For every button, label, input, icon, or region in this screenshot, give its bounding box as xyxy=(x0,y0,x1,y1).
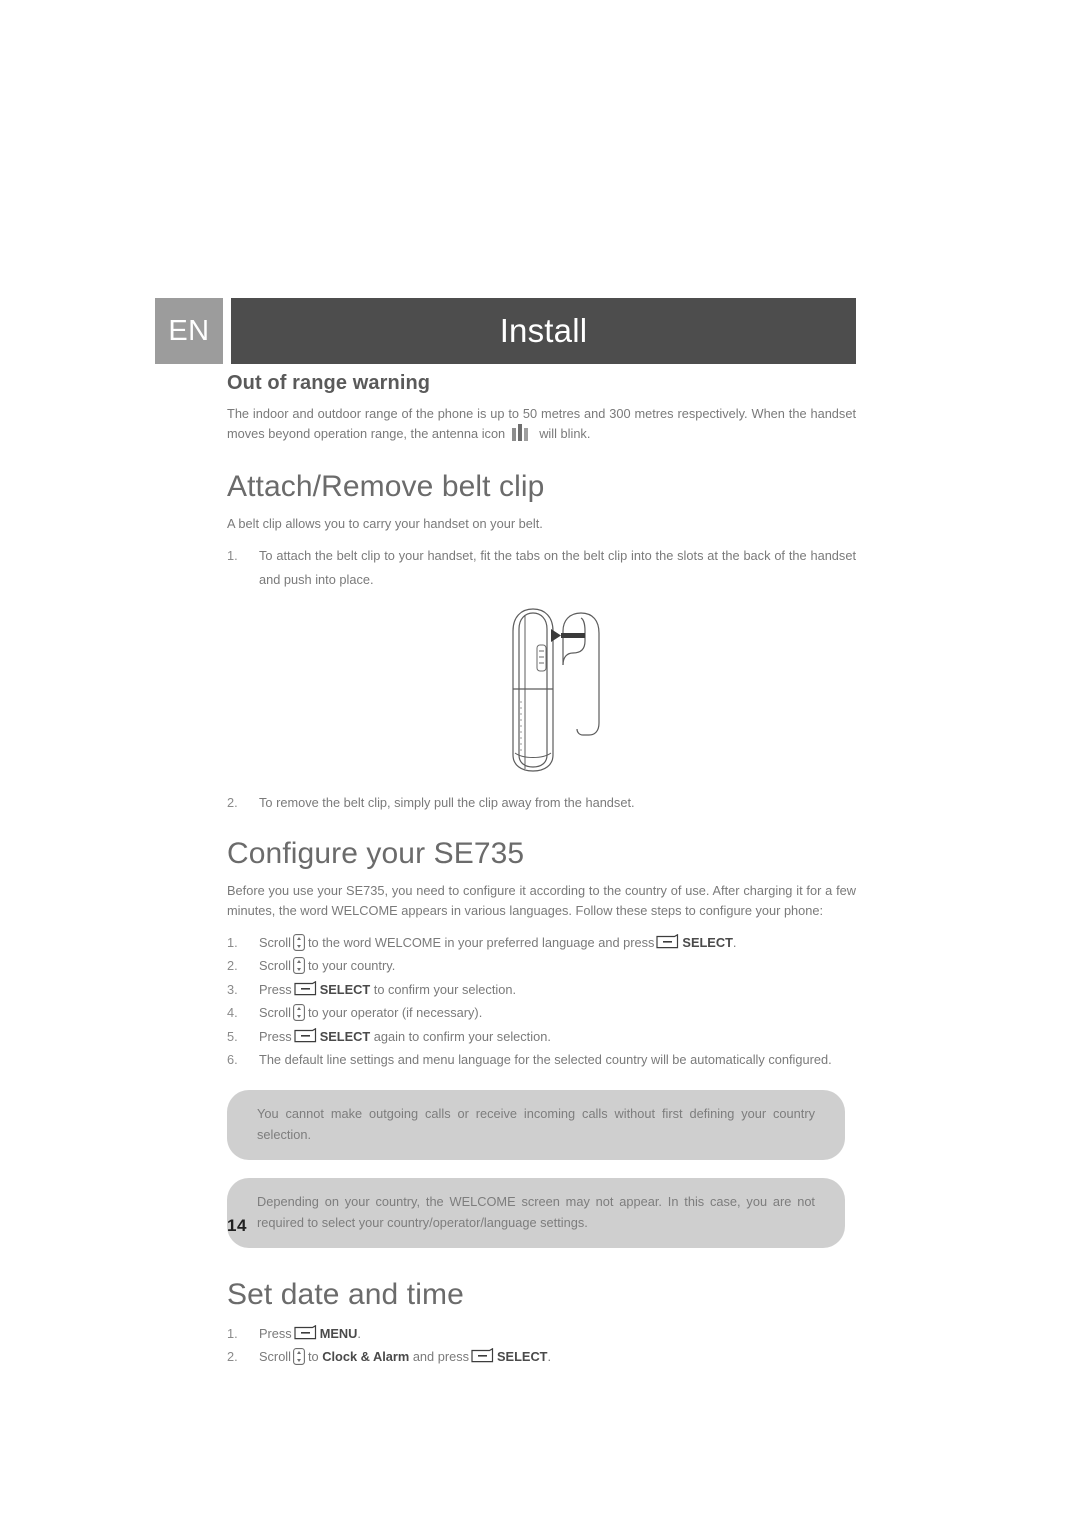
antenna-signal-icon xyxy=(511,424,533,441)
step-number: 1. xyxy=(227,1325,238,1341)
handset-belt-clip-illustration xyxy=(227,605,856,777)
step-text-mid: to the word WELCOME in your preferred la… xyxy=(308,934,655,950)
step-text-pre: Scroll xyxy=(259,958,291,973)
step-key-label: SELECT xyxy=(319,981,371,997)
page-number: 14 xyxy=(227,1216,247,1235)
step-number: 2. xyxy=(227,795,238,810)
language-code-box: EN xyxy=(155,298,223,364)
belt-clip-intro: A belt clip allows you to carry your han… xyxy=(227,516,543,531)
list-item: 3. Press SELECT to confirm your selection. xyxy=(227,978,856,1002)
list-item: 1. To attach the belt clip to your hands… xyxy=(227,544,856,591)
step-text: To remove the belt clip, simply pull the… xyxy=(259,795,635,810)
step-key-label: MENU xyxy=(319,1325,358,1341)
step-text-pre: Scroll xyxy=(259,1005,291,1020)
page-title: Install xyxy=(231,298,856,364)
select-key-icon xyxy=(294,1027,317,1043)
step-text-mid: to your operator (if necessary). xyxy=(308,1005,483,1020)
step-text-post: . xyxy=(357,1325,361,1341)
step-text-pre: The default line settings and menu langu… xyxy=(259,1052,832,1067)
step-text-post: . xyxy=(547,1349,552,1364)
list-item: 1. Scroll to the word WELCOME in your pref… xyxy=(227,931,856,955)
note-box-welcome-screen: Depending on your country, the WELCOME s… xyxy=(227,1177,845,1248)
out-of-range-text-part2: will blink. xyxy=(539,426,591,441)
step-text-mid: to your country. xyxy=(308,958,396,973)
document-page: EN Install Out of range warning The indo… xyxy=(0,0,1080,1528)
step-text-post: . xyxy=(732,934,737,950)
configure-intro: Before you use your SE735, you need to c… xyxy=(227,882,856,918)
select-key-icon xyxy=(471,1348,494,1363)
select-key-icon xyxy=(656,933,679,949)
step-number: 4. xyxy=(227,1005,238,1020)
menu-item-clock-alarm: Clock & Alarm xyxy=(322,1349,410,1364)
belt-clip-step-1-list: 1. To attach the belt clip to your hands… xyxy=(227,544,856,591)
belt-clip-heading: Attach/Remove belt clip xyxy=(227,470,545,503)
step-text-post: again to confirm your selection. xyxy=(370,1028,551,1044)
list-item: 4. Scroll to your operator (if necessary). xyxy=(227,1001,856,1025)
step-number: 1. xyxy=(227,548,238,563)
step-number: 6. xyxy=(227,1052,238,1067)
configure-heading: Configure your SE735 xyxy=(227,836,525,870)
belt-clip-step-2-list: 2. To remove the belt clip, simply pull … xyxy=(227,791,856,815)
step-key-label: SELECT xyxy=(682,934,733,950)
list-item: 5. Press SELECT again to confirm your sele… xyxy=(227,1025,856,1049)
step-text-post: to confirm your selection. xyxy=(370,981,517,997)
step-text-pre: Press xyxy=(259,1325,292,1341)
scroll-key-icon xyxy=(293,1004,305,1021)
configure-steps: 1. Scroll to the word WELCOME in your pref… xyxy=(227,931,856,1072)
set-date-time-steps: 1. Press MENU. 2. Scroll to Clock & Alarm an… xyxy=(227,1322,856,1369)
step-text-mid2: and press xyxy=(412,1349,470,1364)
list-item: 2. To remove the belt clip, simply pull … xyxy=(227,791,856,815)
out-of-range-heading: Out of range warning xyxy=(227,372,431,394)
step-number: 1. xyxy=(227,934,238,950)
set-date-time-heading: Set date and time xyxy=(227,1277,464,1311)
list-item: 2. Scroll to Clock & Alarm and press SELECT… xyxy=(227,1345,856,1369)
step-number: 3. xyxy=(227,981,238,997)
step-key-label: SELECT xyxy=(319,1028,371,1044)
step-key-label: SELECT xyxy=(497,1349,548,1364)
step-text: To attach the belt clip to your handset,… xyxy=(259,548,856,587)
step-number: 5. xyxy=(227,1028,238,1044)
note-box-country-selection: You cannot make outgoing calls or receiv… xyxy=(227,1089,845,1160)
step-text-pre: Scroll xyxy=(259,934,291,950)
step-text-mid: to xyxy=(308,1349,319,1364)
select-key-icon xyxy=(294,980,317,996)
page-content: Out of range warning The indoor and outd… xyxy=(227,372,856,1369)
step-text-pre: Press xyxy=(259,1028,292,1044)
scroll-key-icon xyxy=(293,933,305,951)
step-number: 2. xyxy=(227,958,238,973)
list-item: 2. Scroll to your country. xyxy=(227,954,856,978)
scroll-key-icon xyxy=(293,957,305,974)
step-text-pre: Press xyxy=(259,981,292,997)
list-item: 6. The default line settings and menu lan… xyxy=(227,1048,856,1072)
page-header: EN Install xyxy=(155,298,856,364)
scroll-key-icon xyxy=(293,1348,305,1365)
step-number: 2. xyxy=(227,1349,238,1364)
step-text-pre: Scroll xyxy=(259,1349,291,1364)
menu-key-icon xyxy=(294,1324,317,1340)
out-of-range-paragraph: The indoor and outdoor range of the phon… xyxy=(227,404,856,444)
list-item: 1. Press MENU. xyxy=(227,1322,856,1346)
